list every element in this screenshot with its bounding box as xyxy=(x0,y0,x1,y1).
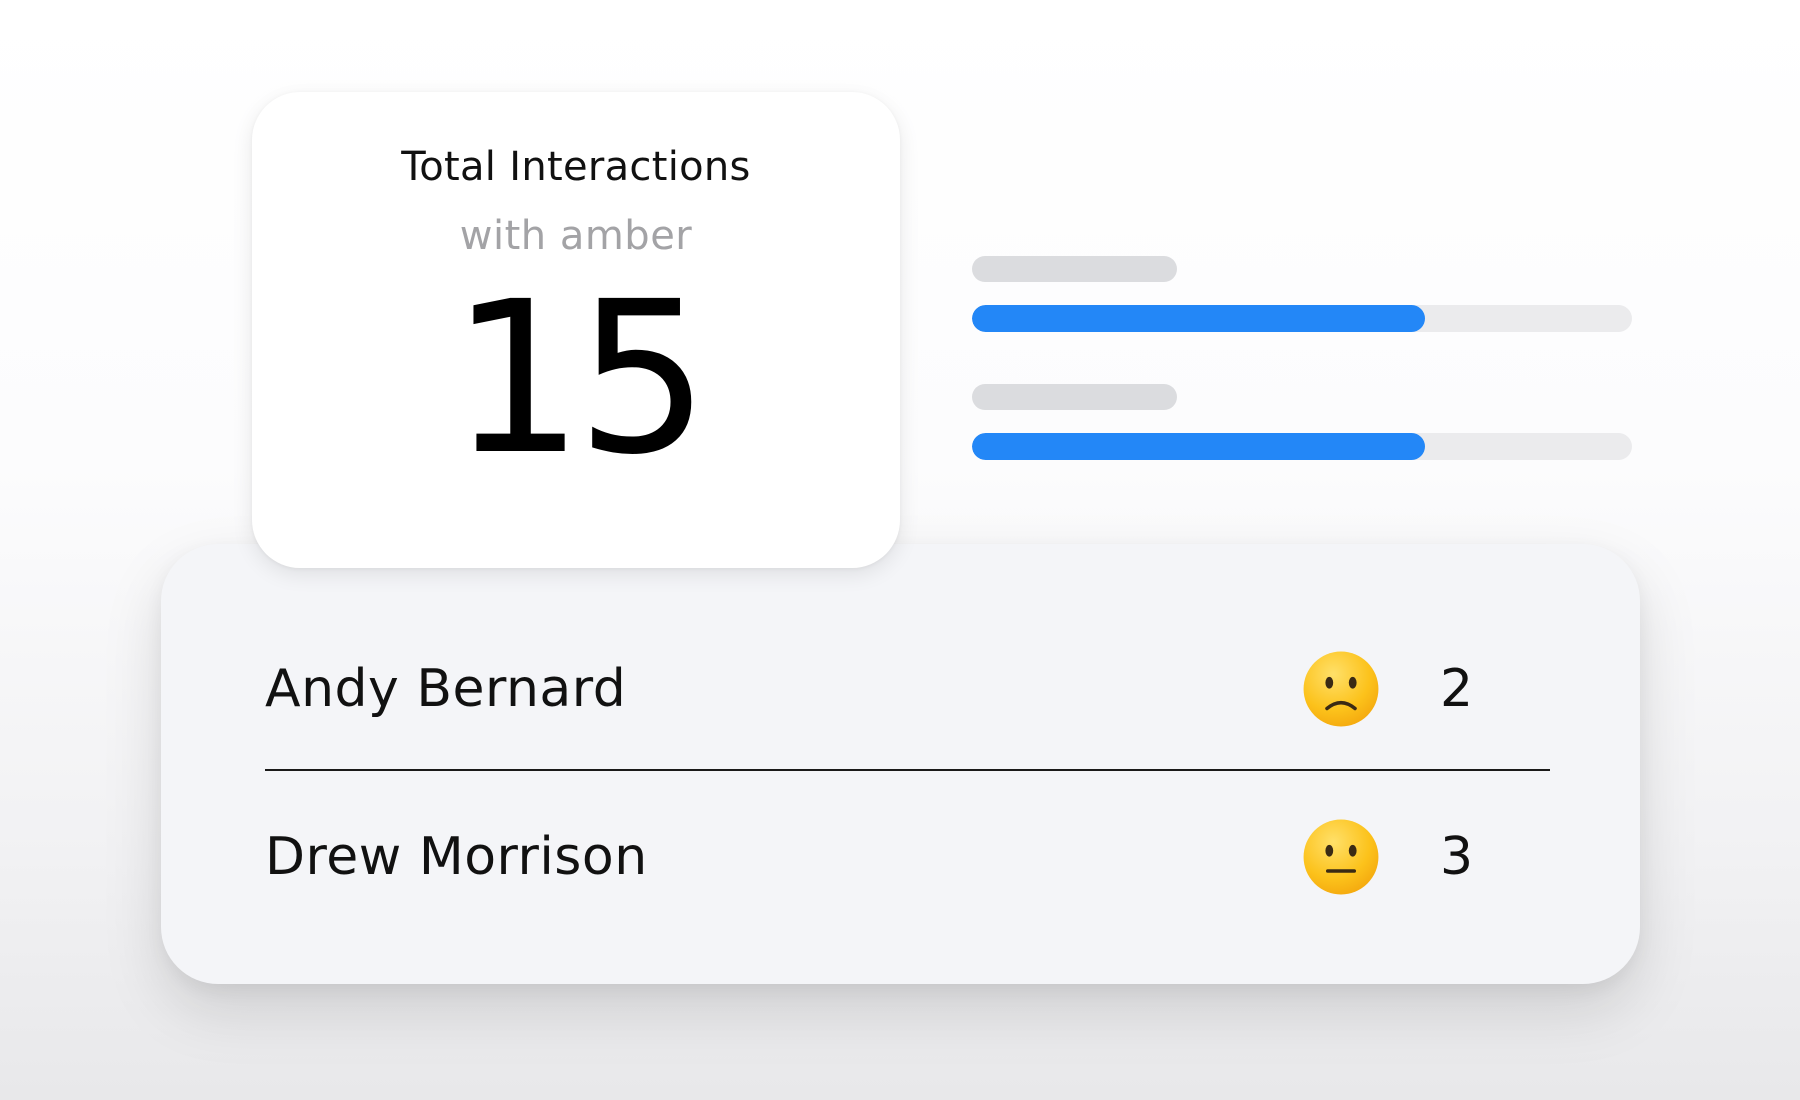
progress-fill xyxy=(972,305,1425,332)
total-interactions-value: 15 xyxy=(450,256,709,501)
skeleton-label-placeholder xyxy=(972,256,1177,282)
skeleton-progress-group xyxy=(972,384,1632,462)
progress-fill xyxy=(972,433,1425,460)
person-name: Andy Bernard xyxy=(265,659,627,719)
slightly-frowning-face-icon xyxy=(1303,651,1379,727)
progress-track xyxy=(972,305,1632,332)
list-item[interactable]: Drew Morrison 3 xyxy=(265,792,1550,922)
card-title: Total Interactions xyxy=(401,144,751,190)
neutral-face-icon xyxy=(1303,819,1379,895)
skeleton-progress-group xyxy=(972,256,1632,334)
skeleton-label-placeholder xyxy=(972,384,1177,410)
total-interactions-card: Total Interactions with amber 15 xyxy=(252,92,900,568)
row-divider xyxy=(265,769,1550,771)
progress-track xyxy=(972,433,1632,460)
interaction-count: 3 xyxy=(1440,827,1474,887)
interaction-count: 2 xyxy=(1440,659,1474,719)
list-item[interactable]: Andy Bernard 2 xyxy=(265,624,1550,754)
person-name: Drew Morrison xyxy=(265,827,648,887)
card-subtitle: with amber xyxy=(459,213,693,259)
